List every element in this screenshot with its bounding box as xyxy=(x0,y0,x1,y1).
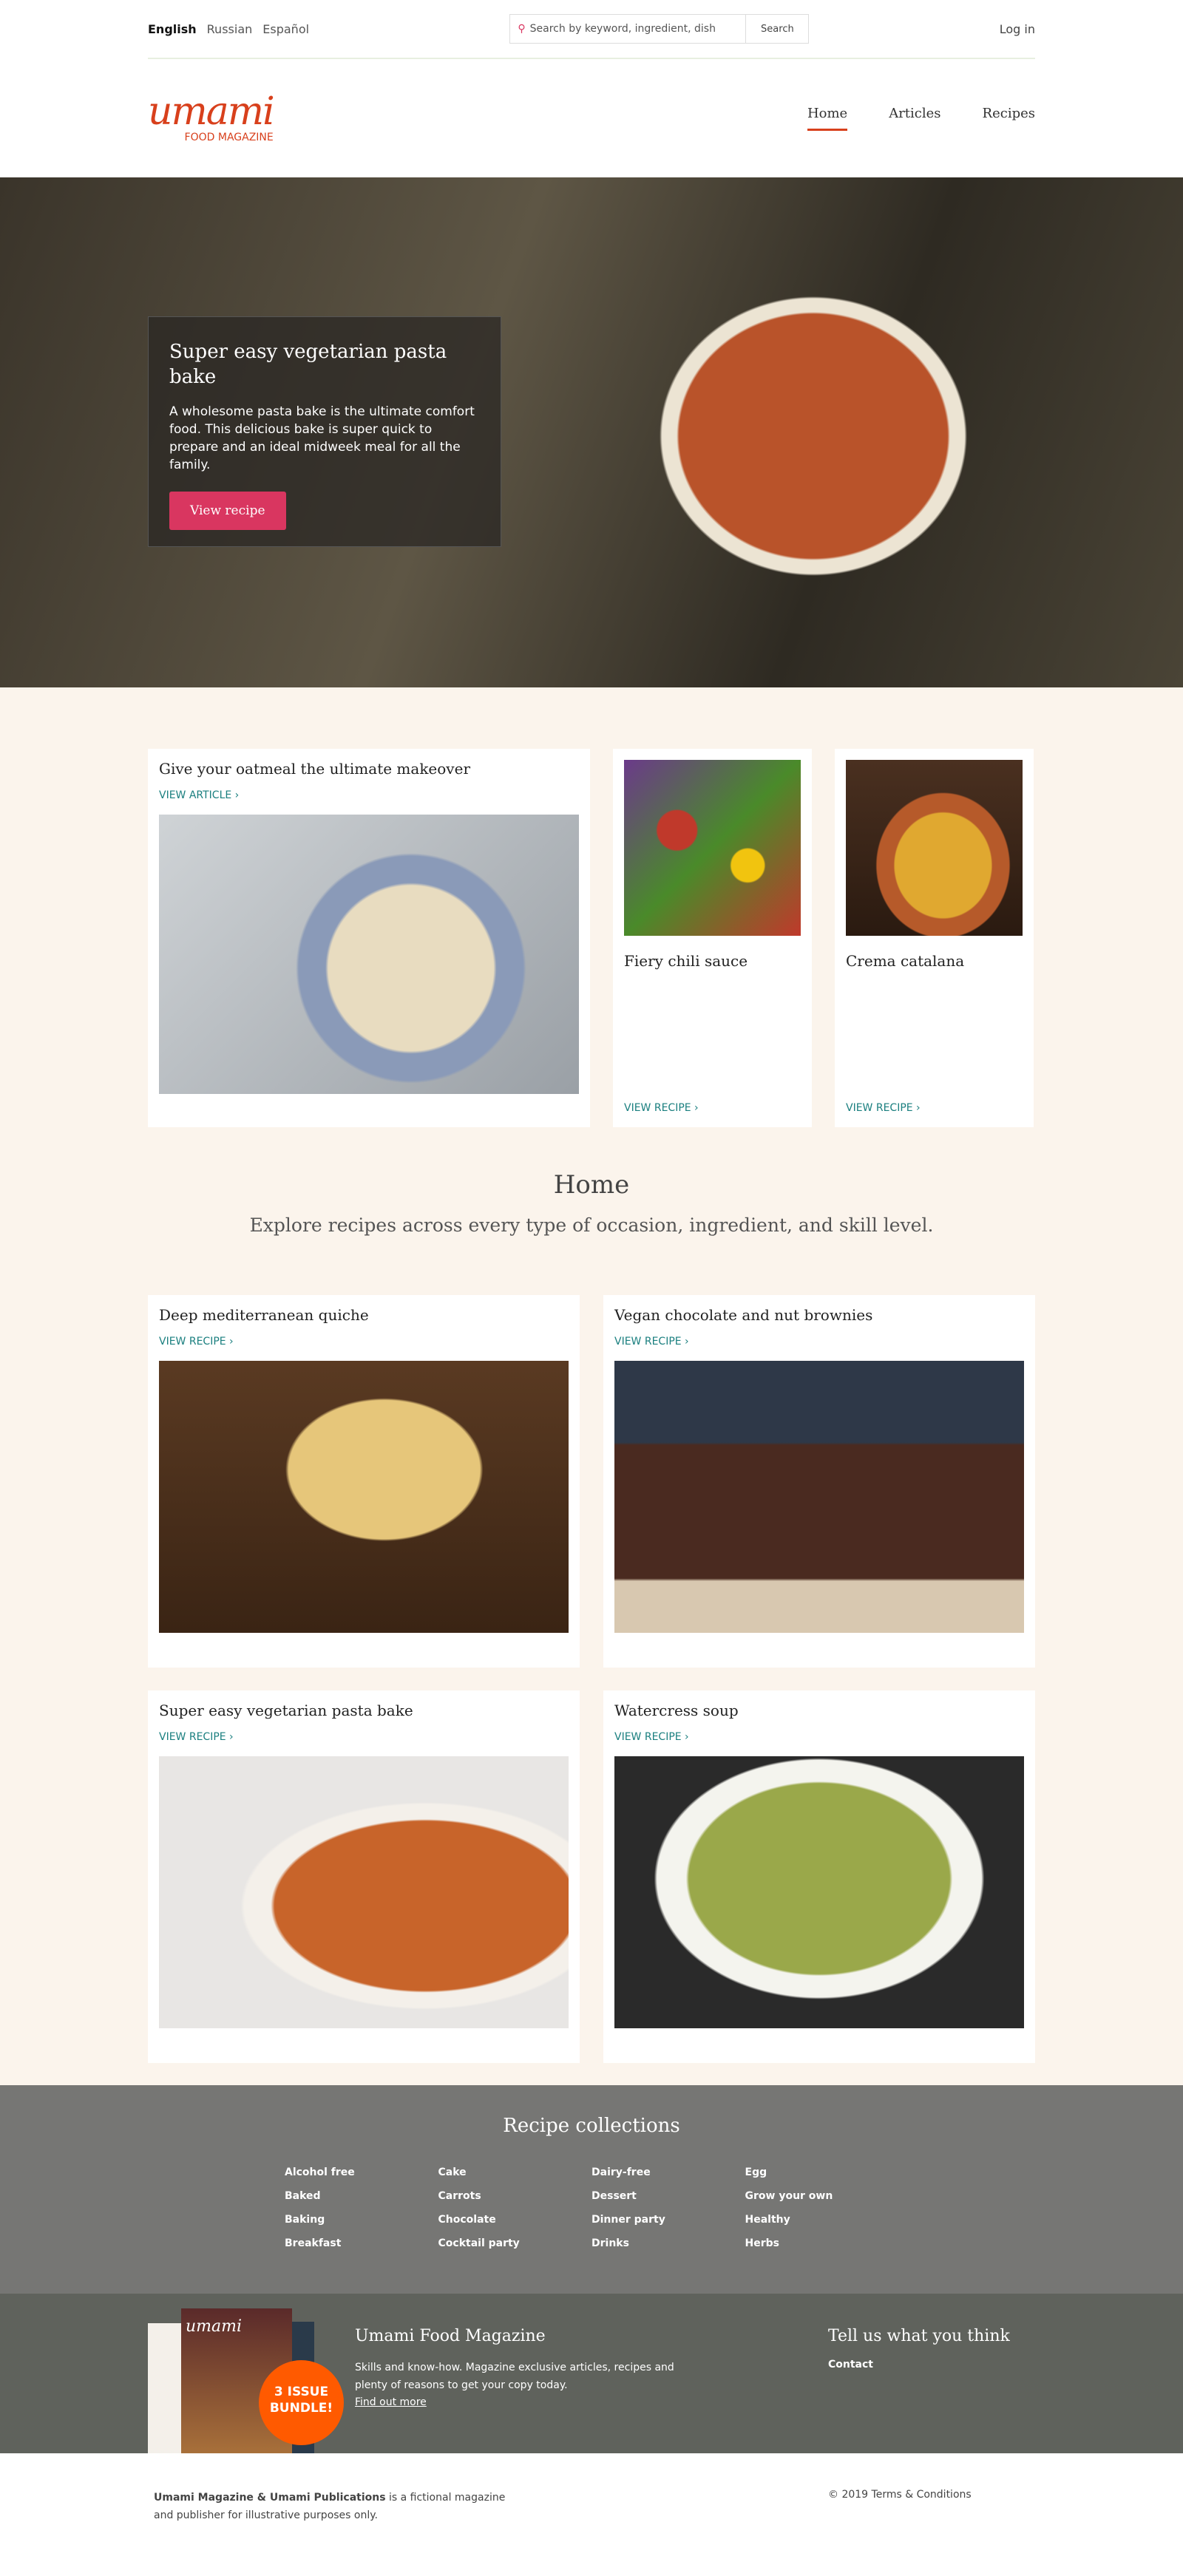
collection-link[interactable]: Carrots xyxy=(438,2190,592,2202)
collection-link[interactable]: Chocolate xyxy=(438,2214,592,2226)
view-recipe-link[interactable]: VIEW RECIPE › xyxy=(614,1336,1024,1348)
collection-link[interactable]: Egg xyxy=(745,2167,899,2178)
view-recipe-link[interactable]: VIEW RECIPE › xyxy=(159,1731,569,1743)
view-article-link[interactable]: VIEW ARTICLE › xyxy=(159,789,579,801)
find-out-more-link[interactable]: Find out more xyxy=(355,2396,427,2408)
magazine-text: Skills and know-how. Magazine exclusive … xyxy=(355,2362,674,2391)
card-title: Vegan chocolate and nut brownies xyxy=(614,1306,873,1324)
recipe-collections: Recipe collections Alcohol free Cake Dairy… xyxy=(0,2085,1183,2294)
chili-sauce-image xyxy=(624,760,801,936)
collection-link[interactable]: Cake xyxy=(438,2167,592,2178)
page-subtitle: Explore recipes across every type of occ… xyxy=(249,1214,934,1236)
collections-title: Recipe collections xyxy=(503,2115,680,2137)
view-recipe-button[interactable]: View recipe xyxy=(169,492,286,530)
collection-link[interactable]: Healthy xyxy=(745,2214,899,2226)
card-title: Give your oatmeal the ultimate makeover xyxy=(159,760,471,778)
language-switcher: English Russian Español xyxy=(148,22,319,36)
search-button[interactable]: Search xyxy=(745,15,808,43)
collection-link[interactable]: Herbs xyxy=(745,2237,899,2249)
watercress-soup-image xyxy=(614,1756,1024,2028)
hero-title: Super easy vegetarian pasta bake xyxy=(169,341,447,388)
collection-link[interactable]: Grow your own xyxy=(745,2190,899,2202)
recipe-card[interactable]: Vegan chocolate and nut brownies VIEW REC… xyxy=(603,1295,1035,1668)
nav-home[interactable]: Home xyxy=(807,106,848,131)
view-recipe-link[interactable]: VIEW RECIPE › xyxy=(846,1102,921,1114)
collection-link[interactable]: Drinks xyxy=(592,2237,745,2249)
pasta-bake-image xyxy=(159,1756,569,2028)
card-title: Crema catalana xyxy=(846,952,965,970)
hero-text: A wholesome pasta bake is the ultimate c… xyxy=(169,404,475,472)
search-form: ⚲ Search by keyword, ingredient, dish Sea… xyxy=(509,14,810,44)
brownies-image xyxy=(614,1361,1024,1633)
view-recipe-link[interactable]: VIEW RECIPE › xyxy=(624,1102,699,1114)
nav-recipes[interactable]: Recipes xyxy=(983,106,1035,131)
login-link[interactable]: Log in xyxy=(1000,22,1035,36)
magazine-cover-image: umami 3 ISSUE BUNDLE! xyxy=(148,2308,344,2453)
crema-catalana-image xyxy=(846,760,1023,936)
oatmeal-image xyxy=(159,815,579,1094)
hero-card: Super easy vegetarian pasta bake A whole… xyxy=(148,316,501,547)
main-nav: Home Articles Recipes xyxy=(807,106,1035,131)
logo[interactable]: umami FOOD MAGAZINE xyxy=(148,92,275,143)
collection-link[interactable]: Dessert xyxy=(592,2190,745,2202)
card-title: Fiery chili sauce xyxy=(624,952,748,970)
recipe-card[interactable]: Super easy vegetarian pasta bake VIEW REC… xyxy=(148,1690,580,2063)
bundle-badge: 3 ISSUE BUNDLE! xyxy=(259,2360,344,2445)
magazine-title: Umami Food Magazine xyxy=(355,2327,546,2345)
search-input[interactable]: ⚲ Search by keyword, ingredient, dish xyxy=(510,15,745,43)
page-title: Home xyxy=(553,1170,630,1200)
collections-list: Alcohol free Cake Dairy-free Egg Baked Carrot… xyxy=(285,2167,898,2249)
footer-disclaimer: Umami Magazine & Umami Publications is a… xyxy=(154,2492,506,2521)
featured-article-card[interactable]: Give your oatmeal the ultimate makeover … xyxy=(148,749,590,1127)
lang-espanol[interactable]: Español xyxy=(262,22,309,36)
view-recipe-link[interactable]: VIEW RECIPE › xyxy=(159,1336,569,1348)
recipe-card[interactable]: Watercress soup VIEW RECIPE › xyxy=(603,1690,1035,2063)
recipe-card[interactable]: Fiery chili sauce VIEW RECIPE › xyxy=(613,749,812,1127)
top-bar: English Russian Español ⚲ Search by keyword… xyxy=(148,0,1035,59)
recipe-card[interactable]: Deep mediterranean quiche VIEW RECIPE › xyxy=(148,1295,580,1668)
contact-link[interactable]: Contact xyxy=(828,2359,1010,2371)
collection-link[interactable]: Cocktail party xyxy=(438,2237,592,2249)
quiche-image xyxy=(159,1361,569,1633)
footer: Umami Magazine & Umami Publications is a… xyxy=(0,2453,1183,2575)
terms-link[interactable]: © 2019 Terms & Conditions xyxy=(828,2489,972,2501)
lang-english[interactable]: English xyxy=(148,22,197,36)
lang-russian[interactable]: Russian xyxy=(207,22,253,36)
recipe-card[interactable]: Crema catalana VIEW RECIPE › xyxy=(835,749,1034,1127)
hero-banner: Super easy vegetarian pasta bake A whole… xyxy=(0,177,1183,687)
collection-link[interactable]: Dairy-free xyxy=(592,2167,745,2178)
card-title: Super easy vegetarian pasta bake xyxy=(159,1702,413,1719)
search-icon: ⚲ xyxy=(518,23,526,35)
card-title: Deep mediterranean quiche xyxy=(159,1306,369,1324)
nav-articles[interactable]: Articles xyxy=(889,106,940,131)
collection-link[interactable]: Baking xyxy=(285,2214,438,2226)
collection-link[interactable]: Dinner party xyxy=(592,2214,745,2226)
collection-link[interactable]: Baked xyxy=(285,2190,438,2202)
magazine-promo: umami 3 ISSUE BUNDLE! Umami Food Magazin… xyxy=(0,2294,1183,2453)
collection-link[interactable]: Alcohol free xyxy=(285,2167,438,2178)
view-recipe-link[interactable]: VIEW RECIPE › xyxy=(614,1731,1024,1743)
collection-link[interactable]: Breakfast xyxy=(285,2237,438,2249)
feedback-title: Tell us what you think xyxy=(828,2327,1010,2345)
card-title: Watercress soup xyxy=(614,1702,739,1719)
